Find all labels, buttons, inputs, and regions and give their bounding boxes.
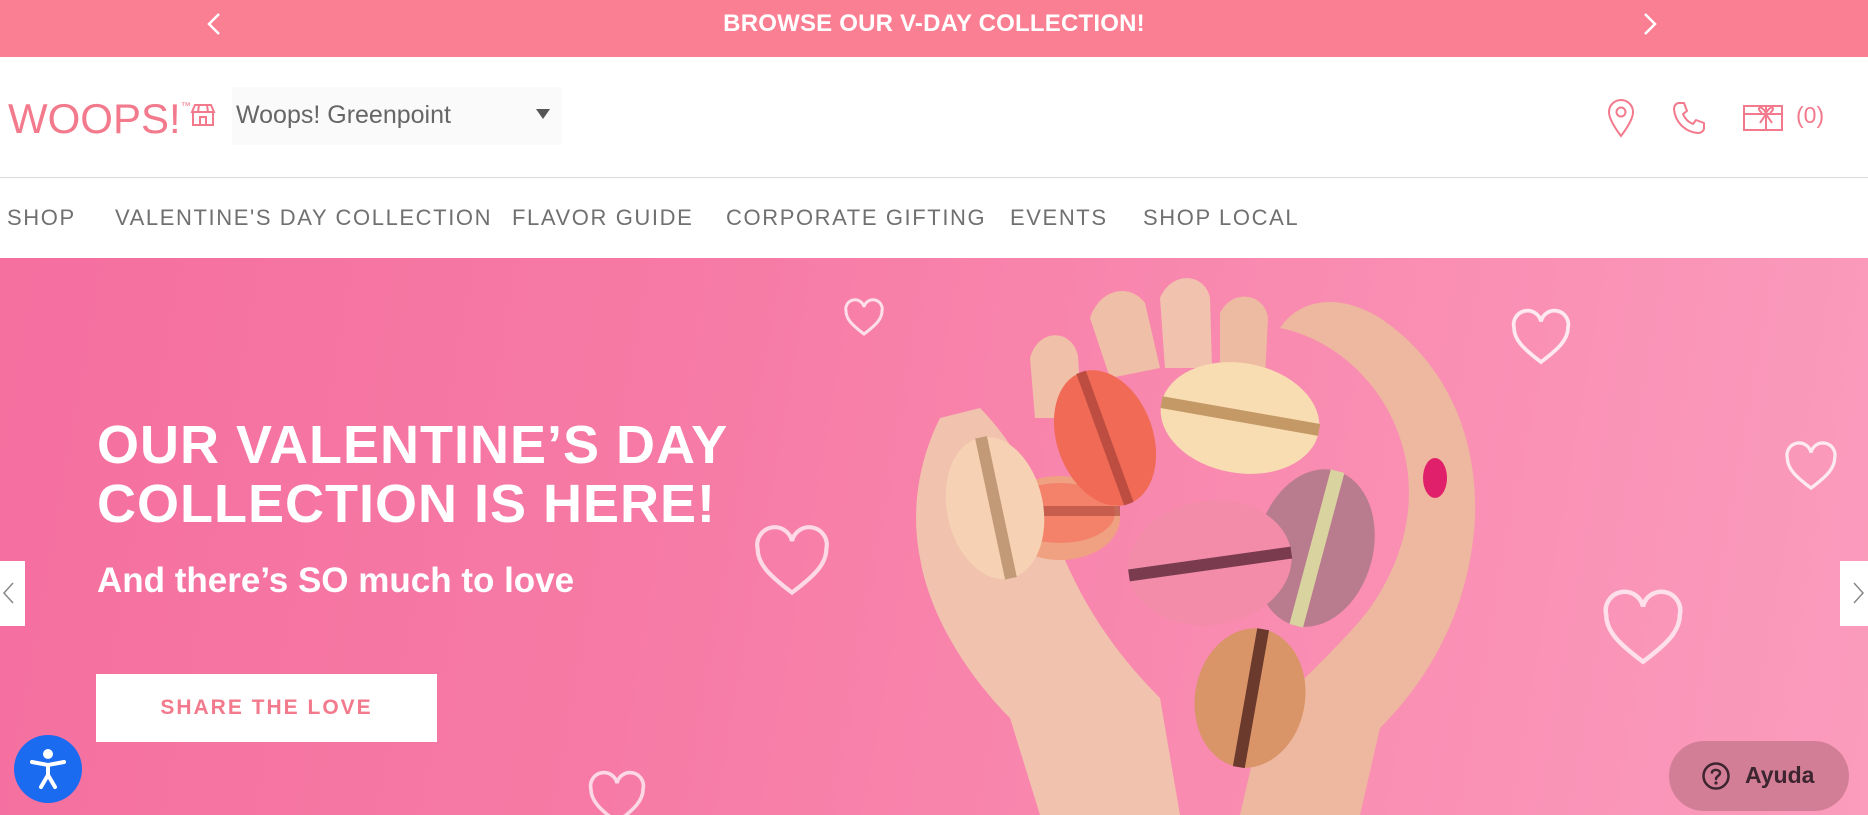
gift-box-icon[interactable] — [1742, 101, 1784, 133]
announcement-bar: BROWSE OUR V-DAY COLLECTION! — [0, 0, 1868, 57]
nav-item-corporate-gifting[interactable]: CORPORATE GIFTING — [726, 205, 986, 231]
nav-item-events[interactable]: EVENTS — [1010, 205, 1108, 231]
accessibility-button[interactable] — [14, 735, 82, 803]
store-select-value: Woops! Greenpoint — [236, 101, 451, 129]
heart-outline-icon — [1603, 589, 1683, 665]
store-select[interactable]: Woops! Greenpoint — [232, 87, 562, 145]
nav-item-shop[interactable]: SHOP — [7, 205, 76, 231]
announcement-next-button[interactable] — [1634, 9, 1664, 39]
hero-title-line1: OUR VALENTINE’S DAY — [97, 415, 729, 475]
hero-banner: OUR VALENTINE’S DAY COLLECTION IS HERE! … — [0, 258, 1868, 815]
chevron-left-icon — [2, 582, 14, 604]
help-button[interactable]: Ayuda — [1669, 741, 1849, 811]
caret-down-icon — [536, 109, 550, 119]
heart-outline-icon — [1785, 441, 1837, 491]
phone-icon[interactable] — [1671, 100, 1707, 136]
nav-item-flavor-guide[interactable]: FLAVOR GUIDE — [512, 205, 693, 231]
hero-title: OUR VALENTINE’S DAY COLLECTION IS HERE! — [97, 416, 797, 534]
hero-title-line2: COLLECTION IS HERE! — [97, 474, 717, 534]
share-the-love-button[interactable]: SHARE THE LOVE — [96, 674, 437, 742]
chevron-right-icon — [1644, 13, 1657, 35]
logo[interactable]: WOOPS!™ — [8, 95, 191, 143]
hero-next-button[interactable] — [1840, 561, 1868, 626]
question-circle-icon — [1702, 762, 1730, 790]
heart-outline-icon — [588, 770, 646, 815]
map-pin-icon[interactable] — [1605, 98, 1637, 138]
hero-subtitle: And there’s SO much to love — [97, 561, 575, 600]
store-icon — [190, 104, 216, 126]
chevron-right-icon — [1853, 582, 1865, 604]
cart-count[interactable]: (0) — [1796, 102, 1824, 129]
announcement-link[interactable]: BROWSE OUR V-DAY COLLECTION! — [0, 0, 1868, 48]
site-header: WOOPS!™ Woops! Greenpoint (0) — [0, 57, 1868, 178]
main-nav: SHOP VALENTINE'S DAY COLLECTION FLAVOR G… — [0, 178, 1868, 258]
logo-text: WOOPS! — [8, 95, 181, 142]
share-the-love-label: SHARE THE LOVE — [160, 696, 373, 719]
help-label: Ayuda — [1745, 762, 1815, 788]
hero-prev-button[interactable] — [0, 561, 25, 626]
heart-outline-icon — [755, 525, 829, 596]
accessibility-icon — [30, 749, 66, 789]
nav-item-valentines-day-collection[interactable]: VALENTINE'S DAY COLLECTION — [115, 205, 492, 231]
macarons-in-hands-image — [916, 278, 1476, 815]
nav-item-shop-local[interactable]: SHOP LOCAL — [1143, 205, 1299, 231]
